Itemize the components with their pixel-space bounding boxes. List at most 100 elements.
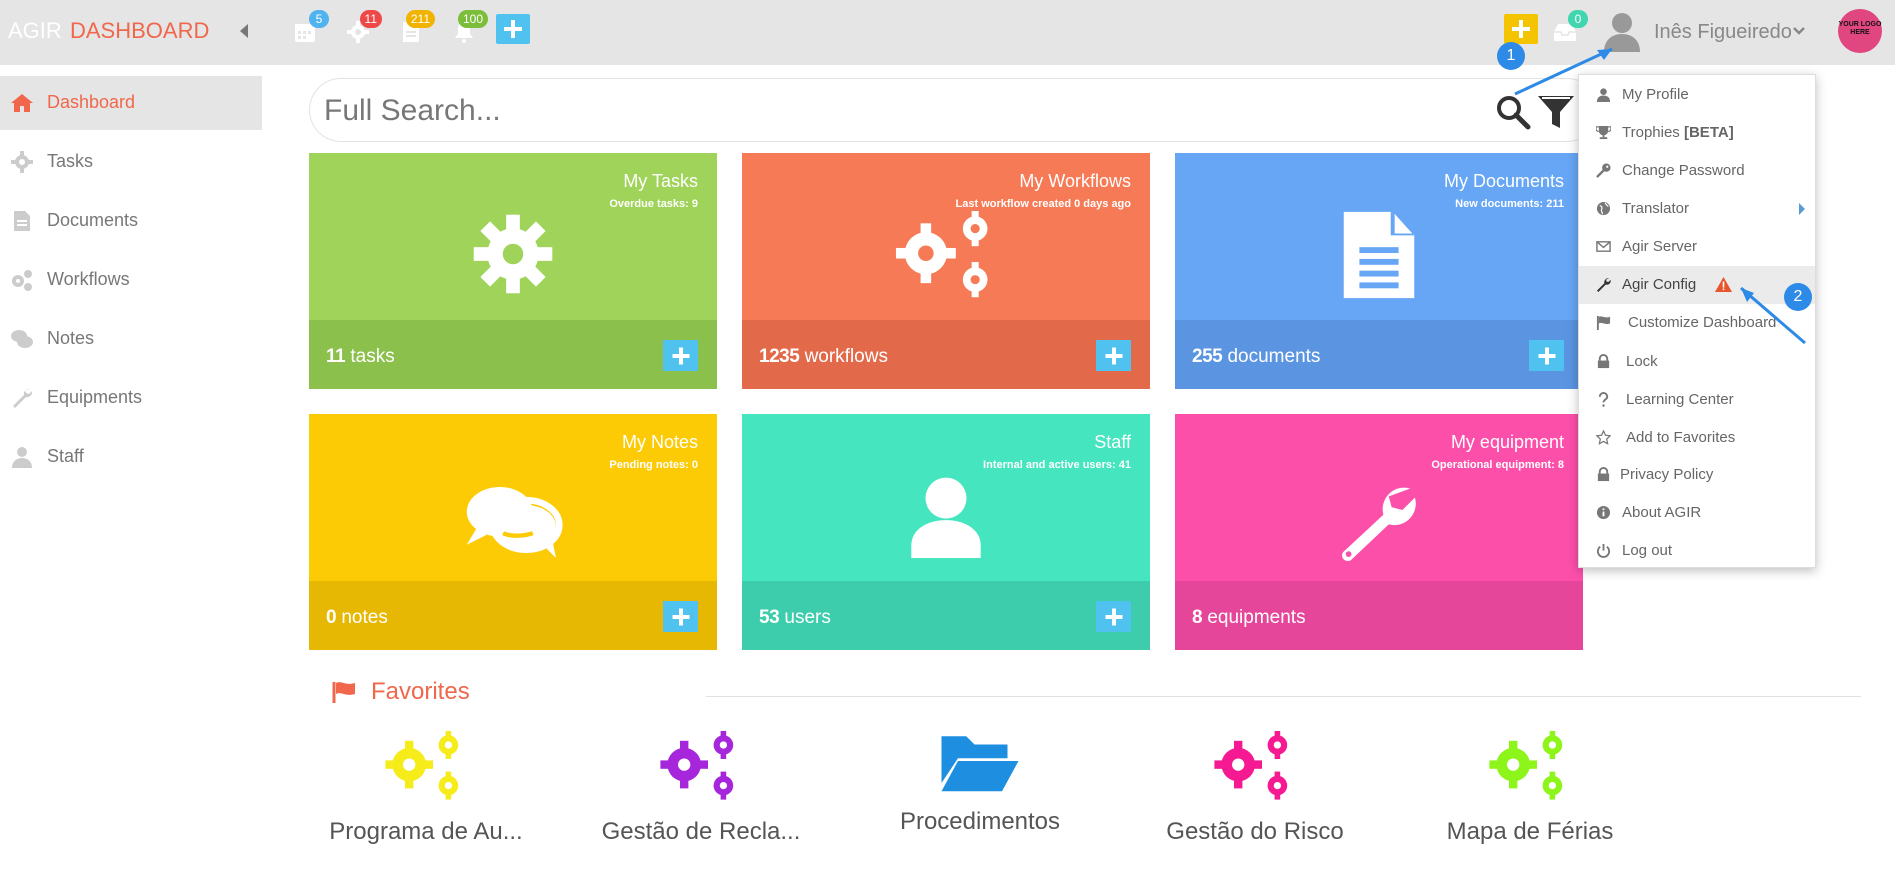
gears-icon [1489, 731, 1563, 800]
card-my-equipment[interactable]: My equipment Operational equipment: 8 8 … [1175, 414, 1583, 650]
card-title: My Documents [1443, 171, 1564, 191]
bell-icon[interactable]: 100 [452, 10, 488, 46]
globe-icon [1596, 201, 1611, 216]
card-count: 53 users [759, 607, 831, 628]
menu-item-agir-server[interactable]: Agir Server [1579, 228, 1815, 266]
sidebar-item-tasks[interactable]: Tasks [0, 135, 262, 189]
wrench-icon [1596, 278, 1611, 292]
quick-add-button[interactable] [1504, 14, 1538, 44]
menu-item-about-agir[interactable]: About AGIR [1579, 494, 1815, 532]
comments-icon [11, 330, 33, 348]
page-title: DASHBOARD [70, 18, 210, 43]
key-icon [1596, 163, 1611, 178]
card-subtitle: Last workflow created 0 days ago [955, 198, 1131, 210]
card-count: 0 notes [326, 607, 388, 628]
user-icon [12, 447, 32, 468]
power-icon [1596, 543, 1611, 558]
card-subtitle: Operational equipment: 8 [1431, 459, 1564, 471]
card-title: My Tasks [623, 171, 698, 191]
envelope-icon [1596, 241, 1611, 252]
calendar-badge: 5 [309, 10, 329, 28]
sidebar-toggle-icon[interactable] [240, 24, 248, 38]
sidebar-item-notes[interactable]: Notes [0, 312, 262, 366]
add-task-button[interactable] [663, 340, 698, 371]
favorite-label: Gestão do Risco [1166, 818, 1344, 845]
chevron-right-icon [1799, 203, 1805, 215]
favorite-label: Procedimentos [899, 808, 1061, 835]
user-icon [911, 477, 981, 558]
annotation-step-1: 1 [1497, 42, 1525, 70]
search-icon[interactable] [1495, 94, 1531, 130]
user-avatar-icon[interactable] [1602, 10, 1642, 52]
menu-item-agir-config[interactable]: Agir Config [1579, 266, 1815, 304]
card-title: My equipment [1450, 432, 1564, 452]
document-icon [14, 211, 30, 231]
menu-item-add-to-favorites[interactable]: Add to Favorites [1579, 419, 1815, 457]
sidebar-item-label: Dashboard [47, 92, 136, 112]
documents-icon[interactable]: 211 [399, 10, 435, 46]
tasks-gear-icon[interactable]: 11 [346, 10, 382, 46]
gear-icon [473, 214, 553, 294]
sidebar-item-label: Equipments [47, 387, 143, 407]
menu-item-change-password[interactable]: Change Password [1579, 152, 1815, 190]
top-bar: AGIR DASHBOARD 5 11 211 100 0 Inês Figue… [0, 0, 1895, 65]
divider [706, 696, 1861, 697]
trophy-icon [1596, 125, 1611, 140]
user-name[interactable]: Inês Figueiredo [1654, 21, 1792, 44]
home-icon [11, 94, 33, 112]
menu-item-my-profile[interactable]: My Profile [1579, 76, 1815, 114]
sidebar-item-equipments[interactable]: Equipments [0, 371, 262, 425]
search-input[interactable] [324, 91, 1474, 131]
menu-item-lock[interactable]: Lock [1579, 343, 1815, 381]
add-document-button[interactable] [1529, 340, 1564, 371]
gears-icon [660, 731, 734, 800]
sidebar-item-staff[interactable]: Staff [0, 430, 262, 484]
documents-badge: 211 [405, 10, 435, 28]
inbox-badge: 0 [1568, 10, 1588, 28]
search-bar [309, 78, 1599, 142]
gear-icon [11, 151, 33, 173]
sidebar-item-dashboard[interactable]: Dashboard [0, 76, 262, 130]
card-staff[interactable]: Staff Internal and active users: 41 53 u… [742, 414, 1150, 650]
notifications-badge: 100 [457, 10, 488, 28]
favorite-item[interactable]: Mapa de Férias [1420, 728, 1640, 846]
inbox-icon[interactable]: 0 [1552, 10, 1588, 46]
menu-item-customize-dashboard[interactable]: Customize Dashboard [1579, 304, 1815, 342]
card-subtitle: New documents: 211 [1455, 198, 1564, 210]
sidebar-item-label: Tasks [47, 151, 94, 171]
filter-icon[interactable] [1536, 92, 1576, 132]
card-count: 8 equipments [1192, 607, 1306, 628]
add-user-button[interactable] [1096, 601, 1131, 632]
add-note-button[interactable] [663, 601, 698, 632]
menu-item-translator[interactable]: Translator [1579, 190, 1815, 228]
sidebar-item-workflows[interactable]: Workflows [0, 253, 262, 307]
card-title: Staff [1094, 432, 1131, 452]
favorite-item[interactable]: Procedimentos [870, 728, 1090, 836]
sidebar-item-label: Staff [47, 446, 84, 466]
chevron-down-icon[interactable] [1793, 25, 1805, 37]
favorite-item[interactable]: Programa de Au... [316, 728, 536, 846]
add-workflow-button[interactable] [1096, 340, 1131, 371]
card-my-workflows[interactable]: My Workflows Last workflow created 0 day… [742, 153, 1150, 389]
gears-icon [12, 270, 32, 291]
card-my-tasks[interactable]: My Tasks Overdue tasks: 9 11 tasks [309, 153, 717, 389]
favorite-item[interactable]: Gestão do Risco [1145, 728, 1365, 846]
flag-icon [1596, 315, 1611, 330]
favorite-label: Mapa de Férias [1446, 818, 1614, 845]
annotation-step-2: 2 [1784, 283, 1812, 311]
folder-open-icon [941, 736, 1019, 792]
flag-icon [332, 682, 355, 703]
card-my-documents[interactable]: My Documents New documents: 211 255 docu… [1175, 153, 1583, 389]
add-button[interactable] [496, 14, 530, 44]
calendar-icon[interactable]: 5 [293, 10, 329, 46]
favorite-label: Gestão de Recla... [601, 818, 801, 845]
card-my-notes[interactable]: My Notes Pending notes: 0 0 notes [309, 414, 717, 650]
menu-item-learning-center[interactable]: Learning Center [1579, 381, 1815, 419]
menu-item-privacy-policy[interactable]: Privacy Policy [1579, 456, 1815, 494]
sidebar-item-documents[interactable]: Documents [0, 194, 262, 248]
user-menu-dropdown: My Profile Trophies [BETA] Change Passwo… [1578, 74, 1816, 568]
menu-item-log-out[interactable]: Log out [1579, 532, 1815, 570]
card-subtitle: Pending notes: 0 [609, 459, 698, 471]
favorite-item[interactable]: Gestão de Recla... [591, 728, 811, 846]
menu-item-trophies[interactable]: Trophies [BETA] [1579, 114, 1815, 152]
